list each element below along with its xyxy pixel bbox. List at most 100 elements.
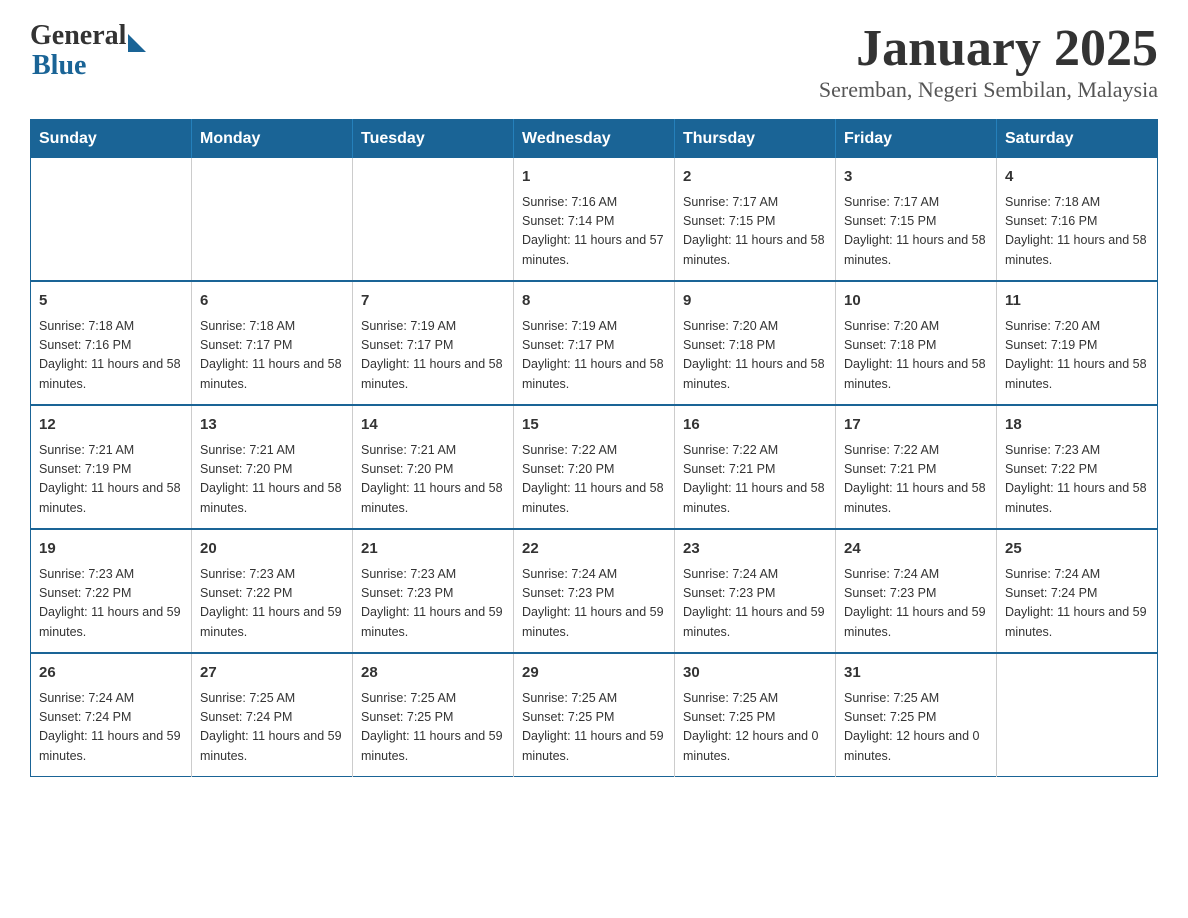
- calendar-week-3: 12 Sunrise: 7:21 AM Sunset: 7:19 PM Dayli…: [31, 405, 1158, 529]
- day-number: 17: [844, 414, 988, 437]
- calendar-cell: 1 Sunrise: 7:16 AM Sunset: 7:14 PM Daylig…: [514, 158, 675, 281]
- weekday-header-row: Sunday Monday Tuesday Wednesday Thursday…: [31, 120, 1158, 159]
- calendar-cell: 17 Sunrise: 7:22 AM Sunset: 7:21 PM Dayli…: [836, 405, 997, 529]
- calendar-cell: [353, 158, 514, 281]
- day-number: 27: [200, 662, 344, 685]
- day-number: 5: [39, 290, 183, 313]
- header-thursday: Thursday: [675, 120, 836, 159]
- calendar-cell: 24Sunrise: 7:24 AM Sunset: 7:23 PM Dayli…: [836, 529, 997, 653]
- calendar-table: Sunday Monday Tuesday Wednesday Thursday…: [30, 119, 1158, 777]
- day-number: 19: [39, 538, 183, 561]
- day-info: Sunrise: 7:22 AM Sunset: 7:20 PM Dayligh…: [522, 441, 666, 519]
- day-number: 16: [683, 414, 827, 437]
- day-number: 6: [200, 290, 344, 313]
- day-number: 26: [39, 662, 183, 685]
- day-number: 9: [683, 290, 827, 313]
- day-info: Sunrise: 7:25 AM Sunset: 7:25 PM Dayligh…: [844, 689, 988, 767]
- calendar-cell: 16 Sunrise: 7:22 AM Sunset: 7:21 PM Dayli…: [675, 405, 836, 529]
- logo: General Blue: [30, 20, 146, 80]
- day-number: 22: [522, 538, 666, 561]
- calendar-week-5: 26 Sunrise: 7:24 AM Sunset: 7:24 PM Dayli…: [31, 653, 1158, 777]
- calendar-cell: [192, 158, 353, 281]
- day-info: Sunrise: 7:19 AM Sunset: 7:17 PM Dayligh…: [361, 317, 505, 395]
- calendar-cell: 30 Sunrise: 7:25 AM Sunset: 7:25 PM Dayli…: [675, 653, 836, 777]
- day-info: Sunrise: 7:22 AM Sunset: 7:21 PM Dayligh…: [683, 441, 827, 519]
- calendar-week-2: 5 Sunrise: 7:18 AM Sunset: 7:16 PM Daylig…: [31, 281, 1158, 405]
- day-info: Sunrise: 7:23 AM Sunset: 7:22 PM Dayligh…: [200, 565, 344, 643]
- day-number: 21: [361, 538, 505, 561]
- header-wednesday: Wednesday: [514, 120, 675, 159]
- header: General Blue January 2025 Seremban, Nege…: [30, 20, 1158, 103]
- day-info: Sunrise: 7:25 AM Sunset: 7:25 PM Dayligh…: [361, 689, 505, 767]
- day-info: Sunrise: 7:23 AM Sunset: 7:22 PM Dayligh…: [1005, 441, 1149, 519]
- calendar-cell: 10 Sunrise: 7:20 AM Sunset: 7:18 PM Dayli…: [836, 281, 997, 405]
- calendar-cell: [997, 653, 1158, 777]
- day-number: 30: [683, 662, 827, 685]
- calendar-cell: 4Sunrise: 7:18 AM Sunset: 7:16 PM Daylig…: [997, 158, 1158, 281]
- day-number: 24: [844, 538, 988, 561]
- header-saturday: Saturday: [997, 120, 1158, 159]
- calendar-cell: 6Sunrise: 7:18 AM Sunset: 7:17 PM Daylig…: [192, 281, 353, 405]
- month-title: January 2025: [819, 20, 1158, 77]
- day-info: Sunrise: 7:22 AM Sunset: 7:21 PM Dayligh…: [844, 441, 988, 519]
- header-friday: Friday: [836, 120, 997, 159]
- calendar-cell: 21 Sunrise: 7:23 AM Sunset: 7:23 PM Dayli…: [353, 529, 514, 653]
- day-number: 2: [683, 166, 827, 189]
- day-info: Sunrise: 7:24 AM Sunset: 7:23 PM Dayligh…: [522, 565, 666, 643]
- day-number: 14: [361, 414, 505, 437]
- day-info: Sunrise: 7:18 AM Sunset: 7:16 PM Dayligh…: [39, 317, 183, 395]
- day-number: 12: [39, 414, 183, 437]
- logo-general-text: General: [30, 20, 126, 52]
- day-info: Sunrise: 7:18 AM Sunset: 7:16 PM Dayligh…: [1005, 193, 1149, 271]
- day-info: Sunrise: 7:20 AM Sunset: 7:18 PM Dayligh…: [683, 317, 827, 395]
- calendar-cell: 27 Sunrise: 7:25 AM Sunset: 7:24 PM Dayli…: [192, 653, 353, 777]
- day-info: Sunrise: 7:17 AM Sunset: 7:15 PM Dayligh…: [844, 193, 988, 271]
- calendar-cell: 28Sunrise: 7:25 AM Sunset: 7:25 PM Dayli…: [353, 653, 514, 777]
- calendar-cell: 9 Sunrise: 7:20 AM Sunset: 7:18 PM Daylig…: [675, 281, 836, 405]
- calendar-cell: 15 Sunrise: 7:22 AM Sunset: 7:20 PM Dayli…: [514, 405, 675, 529]
- logo-blue-text: Blue: [32, 52, 146, 80]
- calendar-cell: [31, 158, 192, 281]
- calendar-cell: 3Sunrise: 7:17 AM Sunset: 7:15 PM Daylig…: [836, 158, 997, 281]
- calendar-cell: 18 Sunrise: 7:23 AM Sunset: 7:22 PM Dayli…: [997, 405, 1158, 529]
- day-number: 7: [361, 290, 505, 313]
- day-info: Sunrise: 7:20 AM Sunset: 7:18 PM Dayligh…: [844, 317, 988, 395]
- calendar-cell: 11 Sunrise: 7:20 AM Sunset: 7:19 PM Dayli…: [997, 281, 1158, 405]
- day-info: Sunrise: 7:25 AM Sunset: 7:25 PM Dayligh…: [683, 689, 827, 767]
- calendar-cell: 31 Sunrise: 7:25 AM Sunset: 7:25 PM Dayli…: [836, 653, 997, 777]
- day-number: 1: [522, 166, 666, 189]
- day-info: Sunrise: 7:21 AM Sunset: 7:19 PM Dayligh…: [39, 441, 183, 519]
- day-number: 31: [844, 662, 988, 685]
- day-info: Sunrise: 7:24 AM Sunset: 7:24 PM Dayligh…: [1005, 565, 1149, 643]
- day-number: 20: [200, 538, 344, 561]
- day-info: Sunrise: 7:24 AM Sunset: 7:24 PM Dayligh…: [39, 689, 183, 767]
- calendar-cell: 29Sunrise: 7:25 AM Sunset: 7:25 PM Dayli…: [514, 653, 675, 777]
- day-number: 10: [844, 290, 988, 313]
- day-info: Sunrise: 7:25 AM Sunset: 7:24 PM Dayligh…: [200, 689, 344, 767]
- calendar-cell: 7 Sunrise: 7:19 AM Sunset: 7:17 PM Daylig…: [353, 281, 514, 405]
- day-number: 11: [1005, 290, 1149, 313]
- calendar-cell: 26 Sunrise: 7:24 AM Sunset: 7:24 PM Dayli…: [31, 653, 192, 777]
- day-number: 18: [1005, 414, 1149, 437]
- header-sunday: Sunday: [31, 120, 192, 159]
- day-info: Sunrise: 7:19 AM Sunset: 7:17 PM Dayligh…: [522, 317, 666, 395]
- location-title: Seremban, Negeri Sembilan, Malaysia: [819, 77, 1158, 103]
- day-info: Sunrise: 7:16 AM Sunset: 7:14 PM Dayligh…: [522, 193, 666, 271]
- logo-triangle-icon: [128, 34, 146, 52]
- day-info: Sunrise: 7:21 AM Sunset: 7:20 PM Dayligh…: [361, 441, 505, 519]
- calendar-cell: 22 Sunrise: 7:24 AM Sunset: 7:23 PM Dayli…: [514, 529, 675, 653]
- day-info: Sunrise: 7:23 AM Sunset: 7:22 PM Dayligh…: [39, 565, 183, 643]
- calendar-cell: 13Sunrise: 7:21 AM Sunset: 7:20 PM Dayli…: [192, 405, 353, 529]
- day-number: 23: [683, 538, 827, 561]
- calendar-cell: 14 Sunrise: 7:21 AM Sunset: 7:20 PM Dayli…: [353, 405, 514, 529]
- calendar-cell: 19 Sunrise: 7:23 AM Sunset: 7:22 PM Dayli…: [31, 529, 192, 653]
- header-monday: Monday: [192, 120, 353, 159]
- day-info: Sunrise: 7:23 AM Sunset: 7:23 PM Dayligh…: [361, 565, 505, 643]
- calendar-cell: 25 Sunrise: 7:24 AM Sunset: 7:24 PM Dayli…: [997, 529, 1158, 653]
- calendar-cell: 20 Sunrise: 7:23 AM Sunset: 7:22 PM Dayli…: [192, 529, 353, 653]
- day-info: Sunrise: 7:20 AM Sunset: 7:19 PM Dayligh…: [1005, 317, 1149, 395]
- day-number: 25: [1005, 538, 1149, 561]
- calendar-cell: 2Sunrise: 7:17 AM Sunset: 7:15 PM Daylig…: [675, 158, 836, 281]
- day-number: 15: [522, 414, 666, 437]
- calendar-cell: 12 Sunrise: 7:21 AM Sunset: 7:19 PM Dayli…: [31, 405, 192, 529]
